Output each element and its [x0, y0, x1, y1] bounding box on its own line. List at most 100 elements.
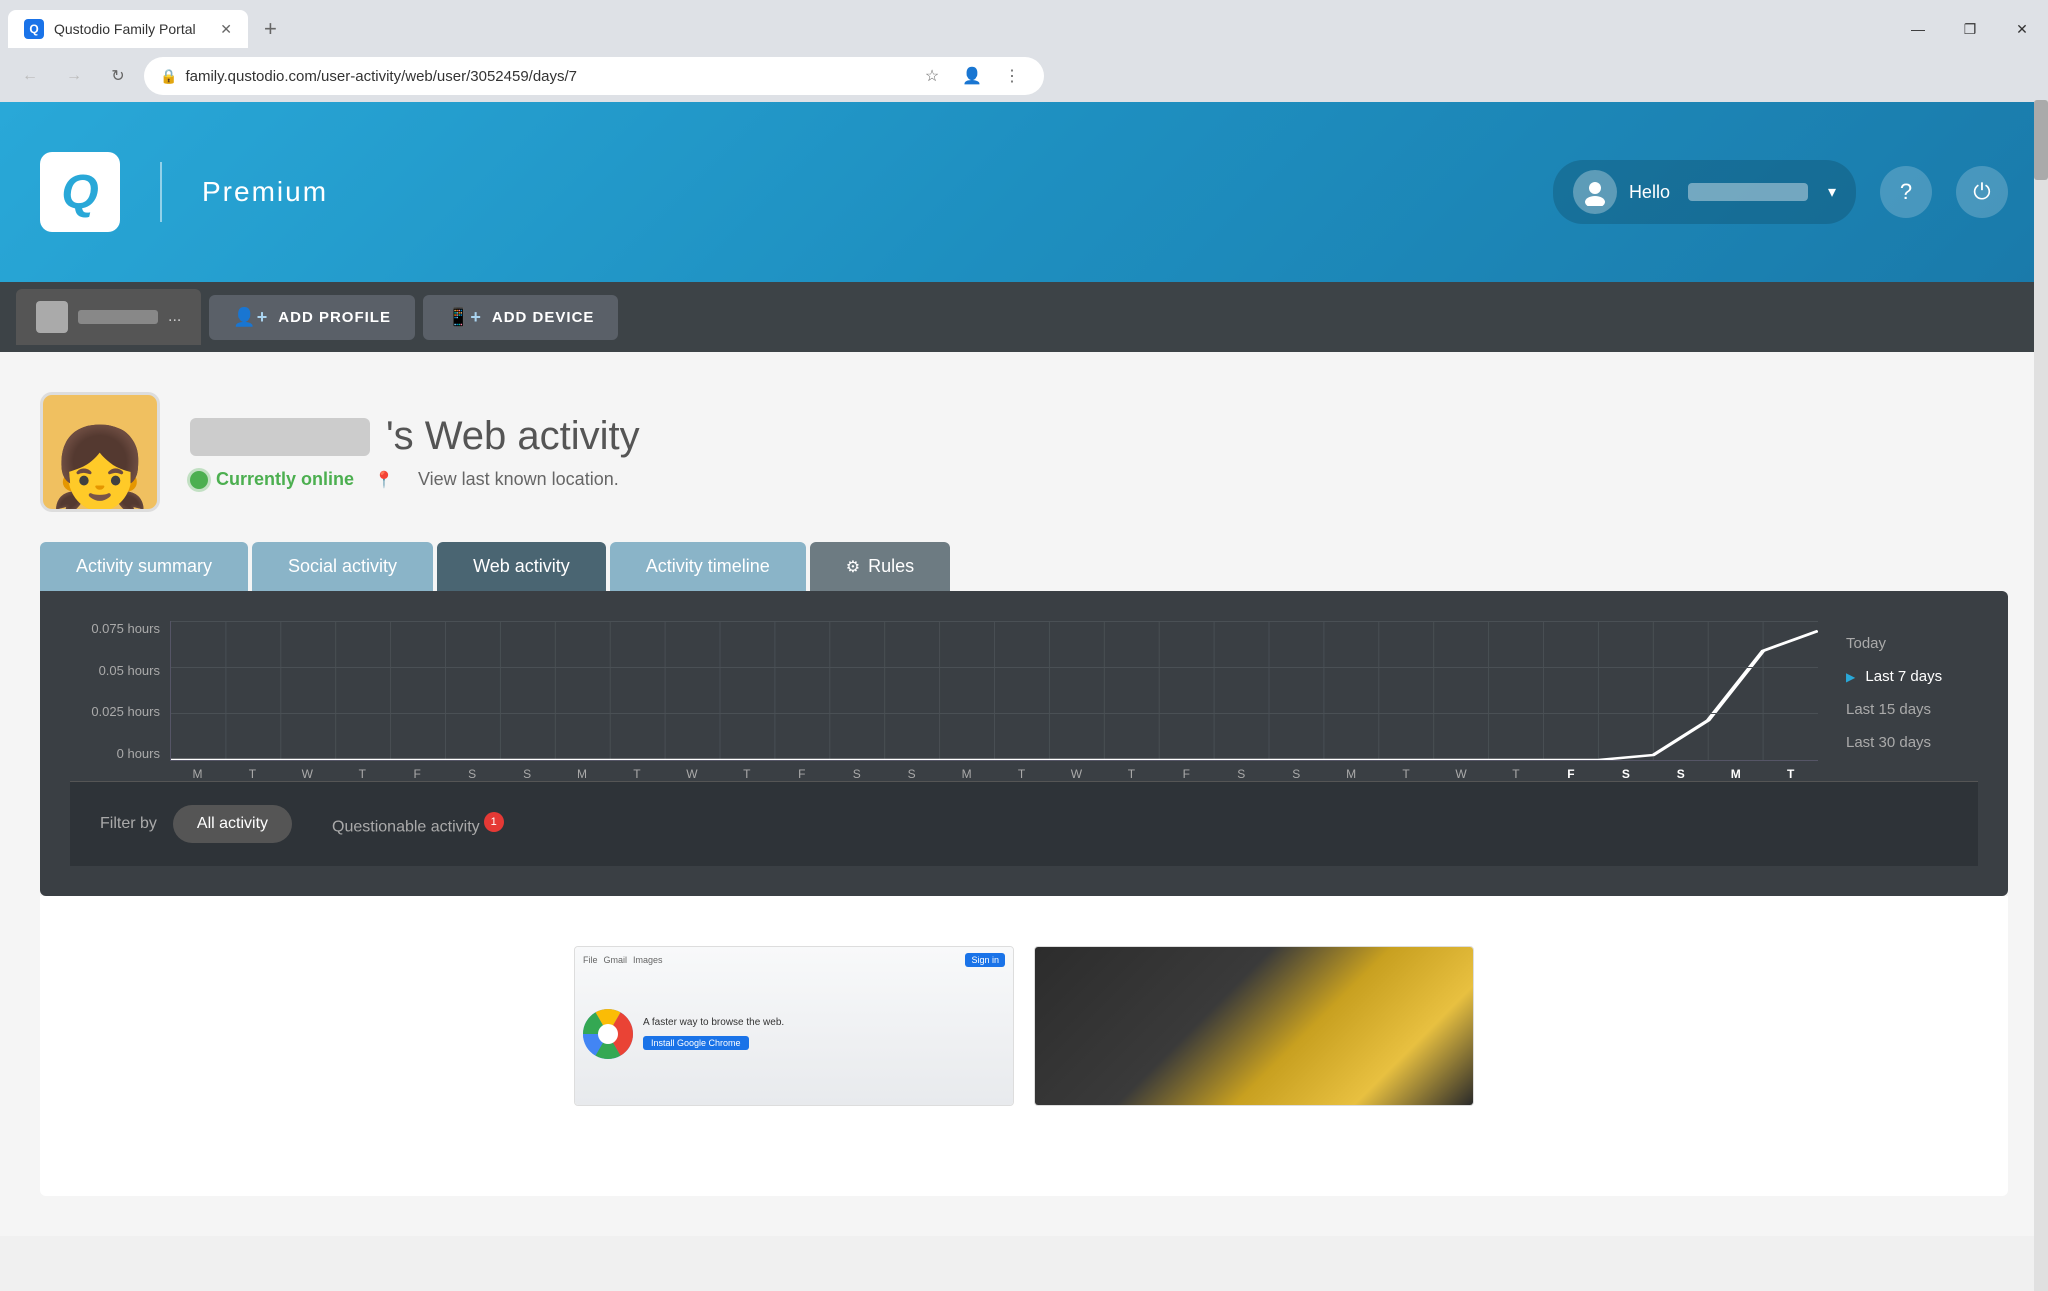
address-bar-row: ← → ↻ 🔒 family.qustodio.com/user-activit…: [0, 50, 2048, 102]
user-avatar-large: 👧: [40, 392, 160, 512]
scrollbar-thumb[interactable]: [2034, 100, 2048, 180]
x-label-bold: T: [1763, 767, 1818, 781]
activity-tabs: Activity summary Social activity Web act…: [40, 542, 2008, 591]
minimize-button[interactable]: —: [1892, 10, 1944, 48]
x-label: F: [1159, 767, 1214, 781]
screenshot-2: [1034, 946, 1474, 1106]
legend-last-15-days[interactable]: Last 15 days: [1838, 697, 1978, 722]
ss-content-1: A faster way to browse the web. Install …: [583, 971, 1005, 1097]
power-button[interactable]: ⏻: [1956, 166, 2008, 218]
x-label: S: [1269, 767, 1324, 781]
tab-activity-summary[interactable]: Activity summary: [40, 542, 248, 591]
y-label-2: 0.025 hours: [70, 704, 160, 719]
tab-rules[interactable]: ⚙ Rules: [810, 542, 950, 591]
address-bar[interactable]: 🔒 family.qustodio.com/user-activity/web/…: [144, 57, 1044, 95]
profile-bar: ... 👤+ ADD PROFILE 📱+ ADD DEVICE: [0, 282, 2048, 352]
tab-close-button[interactable]: ✕: [220, 21, 232, 38]
logo-letter: Q: [61, 165, 98, 220]
screenshot-1: File Gmail Images Sign in: [574, 946, 1014, 1106]
x-label: T: [1379, 767, 1434, 781]
screenshots-row: File Gmail Images Sign in: [70, 946, 1978, 1106]
power-icon: ⏻: [1973, 179, 1990, 205]
back-button[interactable]: ←: [12, 58, 48, 94]
questionable-activity-filter-button[interactable]: Questionable activity1: [308, 802, 528, 846]
online-indicator: [190, 471, 208, 489]
chart-plot-area: [170, 621, 1818, 761]
x-label: W: [1434, 767, 1489, 781]
avatar-emoji: 👧: [50, 429, 150, 509]
online-status-row: Currently online 📍 View last known locat…: [190, 469, 640, 490]
y-axis-labels: 0.075 hours 0.05 hours 0.025 hours 0 hou…: [70, 621, 170, 761]
tab-title: Qustodio Family Portal: [54, 21, 210, 37]
forward-button[interactable]: →: [56, 58, 92, 94]
add-device-icon: 📱+: [447, 307, 482, 328]
app-header: Q Premium Hello ▾ ? ⏻: [0, 102, 2048, 282]
logo-divider: [160, 162, 162, 222]
x-label: S: [445, 767, 500, 781]
legend-last-30-days[interactable]: Last 30 days: [1838, 730, 1978, 755]
all-activity-filter-button[interactable]: All activity: [173, 805, 292, 843]
filter-by-label: Filter by: [100, 815, 157, 833]
profile-options-icon[interactable]: ...: [168, 308, 181, 326]
add-device-label: ADD DEVICE: [492, 309, 595, 326]
add-profile-label: ADD PROFILE: [278, 309, 391, 326]
x-label: T: [610, 767, 665, 781]
tab-web-activity[interactable]: Web activity: [437, 542, 606, 591]
x-label: S: [1214, 767, 1269, 781]
plan-label: Premium: [202, 176, 328, 208]
page-content: 👧 's Web activity Currently online 📍 Vie…: [0, 352, 2048, 1236]
currently-online-text: Currently online: [216, 469, 354, 490]
ss-menu-images: Images: [633, 955, 663, 965]
browser-chrome: Q Qustodio Family Portal ✕ + — ❐ ✕ ← → ↻…: [0, 0, 2048, 102]
ss-promo-text-area: A faster way to browse the web. Install …: [643, 1017, 784, 1051]
username-redacted: [1688, 183, 1808, 201]
restore-button[interactable]: ❐: [1944, 10, 1996, 48]
ss-toolbar-1: File Gmail Images Sign in: [583, 955, 1005, 965]
y-label-3: 0 hours: [70, 746, 160, 761]
screenshot-inner-2: [1035, 947, 1473, 1105]
tab-favicon: Q: [24, 19, 44, 39]
legend-last-7-days[interactable]: ▶ Last 7 days: [1838, 664, 1978, 689]
x-label: W: [1049, 767, 1104, 781]
x-label: M: [555, 767, 610, 781]
x-label: T: [335, 767, 390, 781]
ss-menu-file: File: [583, 955, 598, 965]
location-link[interactable]: View last known location.: [418, 469, 619, 490]
scrollbar-track[interactable]: [2034, 100, 2048, 1291]
add-device-button[interactable]: 📱+ ADD DEVICE: [423, 295, 618, 340]
question-mark-icon: ?: [1900, 179, 1912, 205]
user-icon[interactable]: 👤: [956, 60, 988, 92]
tab-activity-timeline[interactable]: Activity timeline: [610, 542, 806, 591]
content-area: File Gmail Images Sign in: [40, 896, 2008, 1196]
user-greeting-button[interactable]: Hello ▾: [1553, 160, 1856, 224]
lock-icon: 🔒: [160, 68, 177, 85]
browser-tab[interactable]: Q Qustodio Family Portal ✕: [8, 10, 248, 48]
chart-svg: [171, 621, 1818, 760]
ss-promo-text: A faster way to browse the web.: [643, 1017, 784, 1028]
bookmark-icon[interactable]: ☆: [916, 60, 948, 92]
x-label: T: [225, 767, 280, 781]
help-button[interactable]: ?: [1880, 166, 1932, 218]
dropdown-arrow-icon: ▾: [1828, 182, 1836, 202]
x-label: F: [390, 767, 445, 781]
tab-social-activity[interactable]: Social activity: [252, 542, 433, 591]
menu-icon[interactable]: ⋮: [996, 60, 1028, 92]
active-profile-tab[interactable]: ...: [16, 289, 201, 345]
y-label-1: 0.05 hours: [70, 663, 160, 678]
reload-button[interactable]: ↻: [100, 58, 136, 94]
close-button[interactable]: ✕: [1996, 10, 2048, 48]
legend-today[interactable]: Today: [1838, 631, 1978, 656]
add-profile-button[interactable]: 👤+ ADD PROFILE: [209, 295, 415, 340]
ss-signin-button: Sign in: [965, 953, 1005, 967]
chart-legend: Today ▶ Last 7 days Last 15 days Last 30…: [1838, 621, 1978, 755]
ss-install-button: Install Google Chrome: [643, 1036, 749, 1050]
x-label: M: [939, 767, 994, 781]
rules-label: Rules: [868, 556, 914, 577]
header-right: Hello ▾ ? ⏻: [1553, 160, 2008, 224]
x-label: T: [994, 767, 1049, 781]
x-label-bold: M: [1708, 767, 1763, 781]
x-label: S: [884, 767, 939, 781]
new-tab-button[interactable]: +: [248, 18, 293, 40]
user-header: 👧 's Web activity Currently online 📍 Vie…: [40, 392, 2008, 512]
ss-sign-in-btn: Sign in: [965, 955, 1005, 965]
